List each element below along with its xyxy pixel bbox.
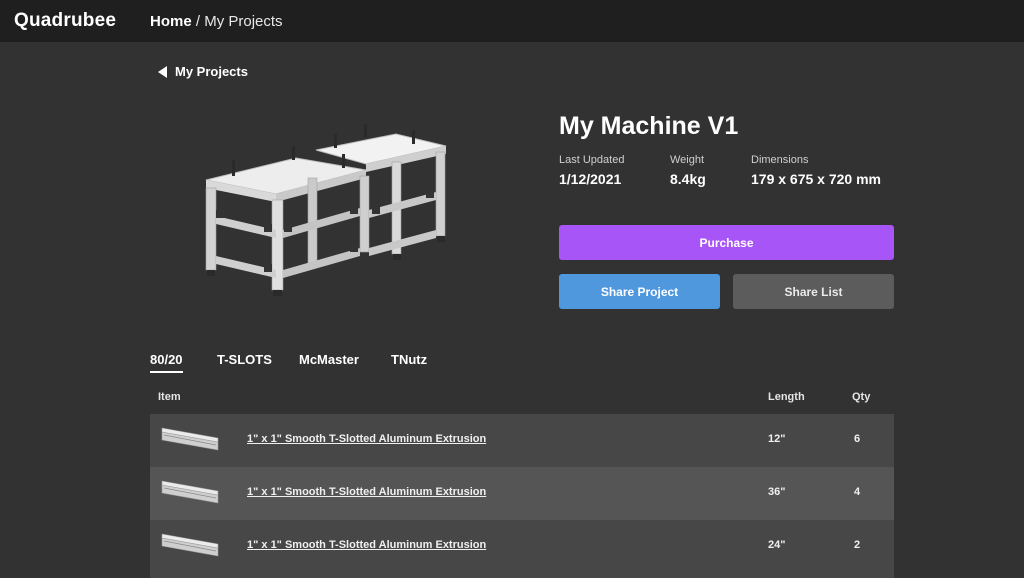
meta-value: 179 x 675 x 720 mm [751, 171, 881, 187]
meta-label: Weight [670, 154, 705, 166]
meta-dimensions: Dimensions 179 x 675 x 720 mm [751, 154, 881, 187]
item-name-link[interactable]: 1" x 1" Smooth T-Slotted Aluminum Extrus… [247, 433, 486, 445]
meta-value: 8.4kg [670, 171, 706, 187]
extrusion-thumbnail-icon [161, 427, 219, 451]
item-length: 36" [768, 486, 786, 498]
breadcrumb-current[interactable]: My Projects [204, 13, 282, 30]
table-row[interactable]: 1" x 1" Smooth T-Slotted Aluminum Extrus… [150, 414, 894, 467]
share-project-button[interactable]: Share Project [559, 274, 720, 309]
item-name-link[interactable]: 1" x 1" Smooth T-Slotted Aluminum Extrus… [247, 486, 486, 498]
column-header-qty: Qty [852, 391, 871, 403]
item-qty: 4 [854, 486, 861, 498]
logo[interactable]: Quadrubee [14, 10, 116, 32]
share-list-button[interactable]: Share List [733, 274, 894, 309]
extrusion-thumbnail-icon [161, 480, 219, 504]
purchase-button[interactable]: Purchase [559, 225, 894, 260]
tab-mcmaster[interactable]: McMaster [299, 352, 359, 371]
machine-frame-render-icon [205, 124, 447, 296]
item-length: 12" [768, 433, 786, 445]
item-qty: 2 [854, 539, 861, 551]
meta-last-updated: Last Updated 1/12/2021 [559, 154, 624, 187]
back-link[interactable]: My Projects [158, 64, 248, 79]
back-link-label: My Projects [175, 64, 248, 79]
top-bar: Quadrubee Home / My Projects [0, 0, 1024, 42]
column-header-item: Item [158, 391, 181, 403]
column-header-length: Length [768, 391, 805, 403]
meta-weight: Weight 8.4kg [670, 154, 706, 187]
table-row[interactable]: 1" x 1" Smooth T-Slotted Aluminum Extrus… [150, 467, 894, 520]
meta-label: Last Updated [559, 154, 625, 166]
breadcrumb-separator: / [191, 13, 205, 30]
breadcrumb: Home / My Projects [150, 13, 283, 30]
table-row[interactable]: 1" x 1" Smooth T-Slotted Aluminum Extrus… [150, 520, 894, 578]
tab-t-slots[interactable]: T-SLOTS [217, 352, 272, 371]
item-qty: 6 [854, 433, 861, 445]
breadcrumb-home[interactable]: Home [150, 13, 192, 30]
tab-tnutz[interactable]: TNutz [391, 352, 427, 371]
extrusion-thumbnail-icon [161, 533, 219, 557]
meta-label: Dimensions [751, 154, 809, 166]
tab-8020[interactable]: 80/20 [150, 352, 183, 373]
meta-value: 1/12/2021 [559, 171, 622, 187]
item-length: 24" [768, 539, 786, 551]
back-arrow-icon [158, 65, 167, 78]
item-name-link[interactable]: 1" x 1" Smooth T-Slotted Aluminum Extrus… [247, 539, 486, 551]
project-title: My Machine V1 [559, 112, 739, 140]
